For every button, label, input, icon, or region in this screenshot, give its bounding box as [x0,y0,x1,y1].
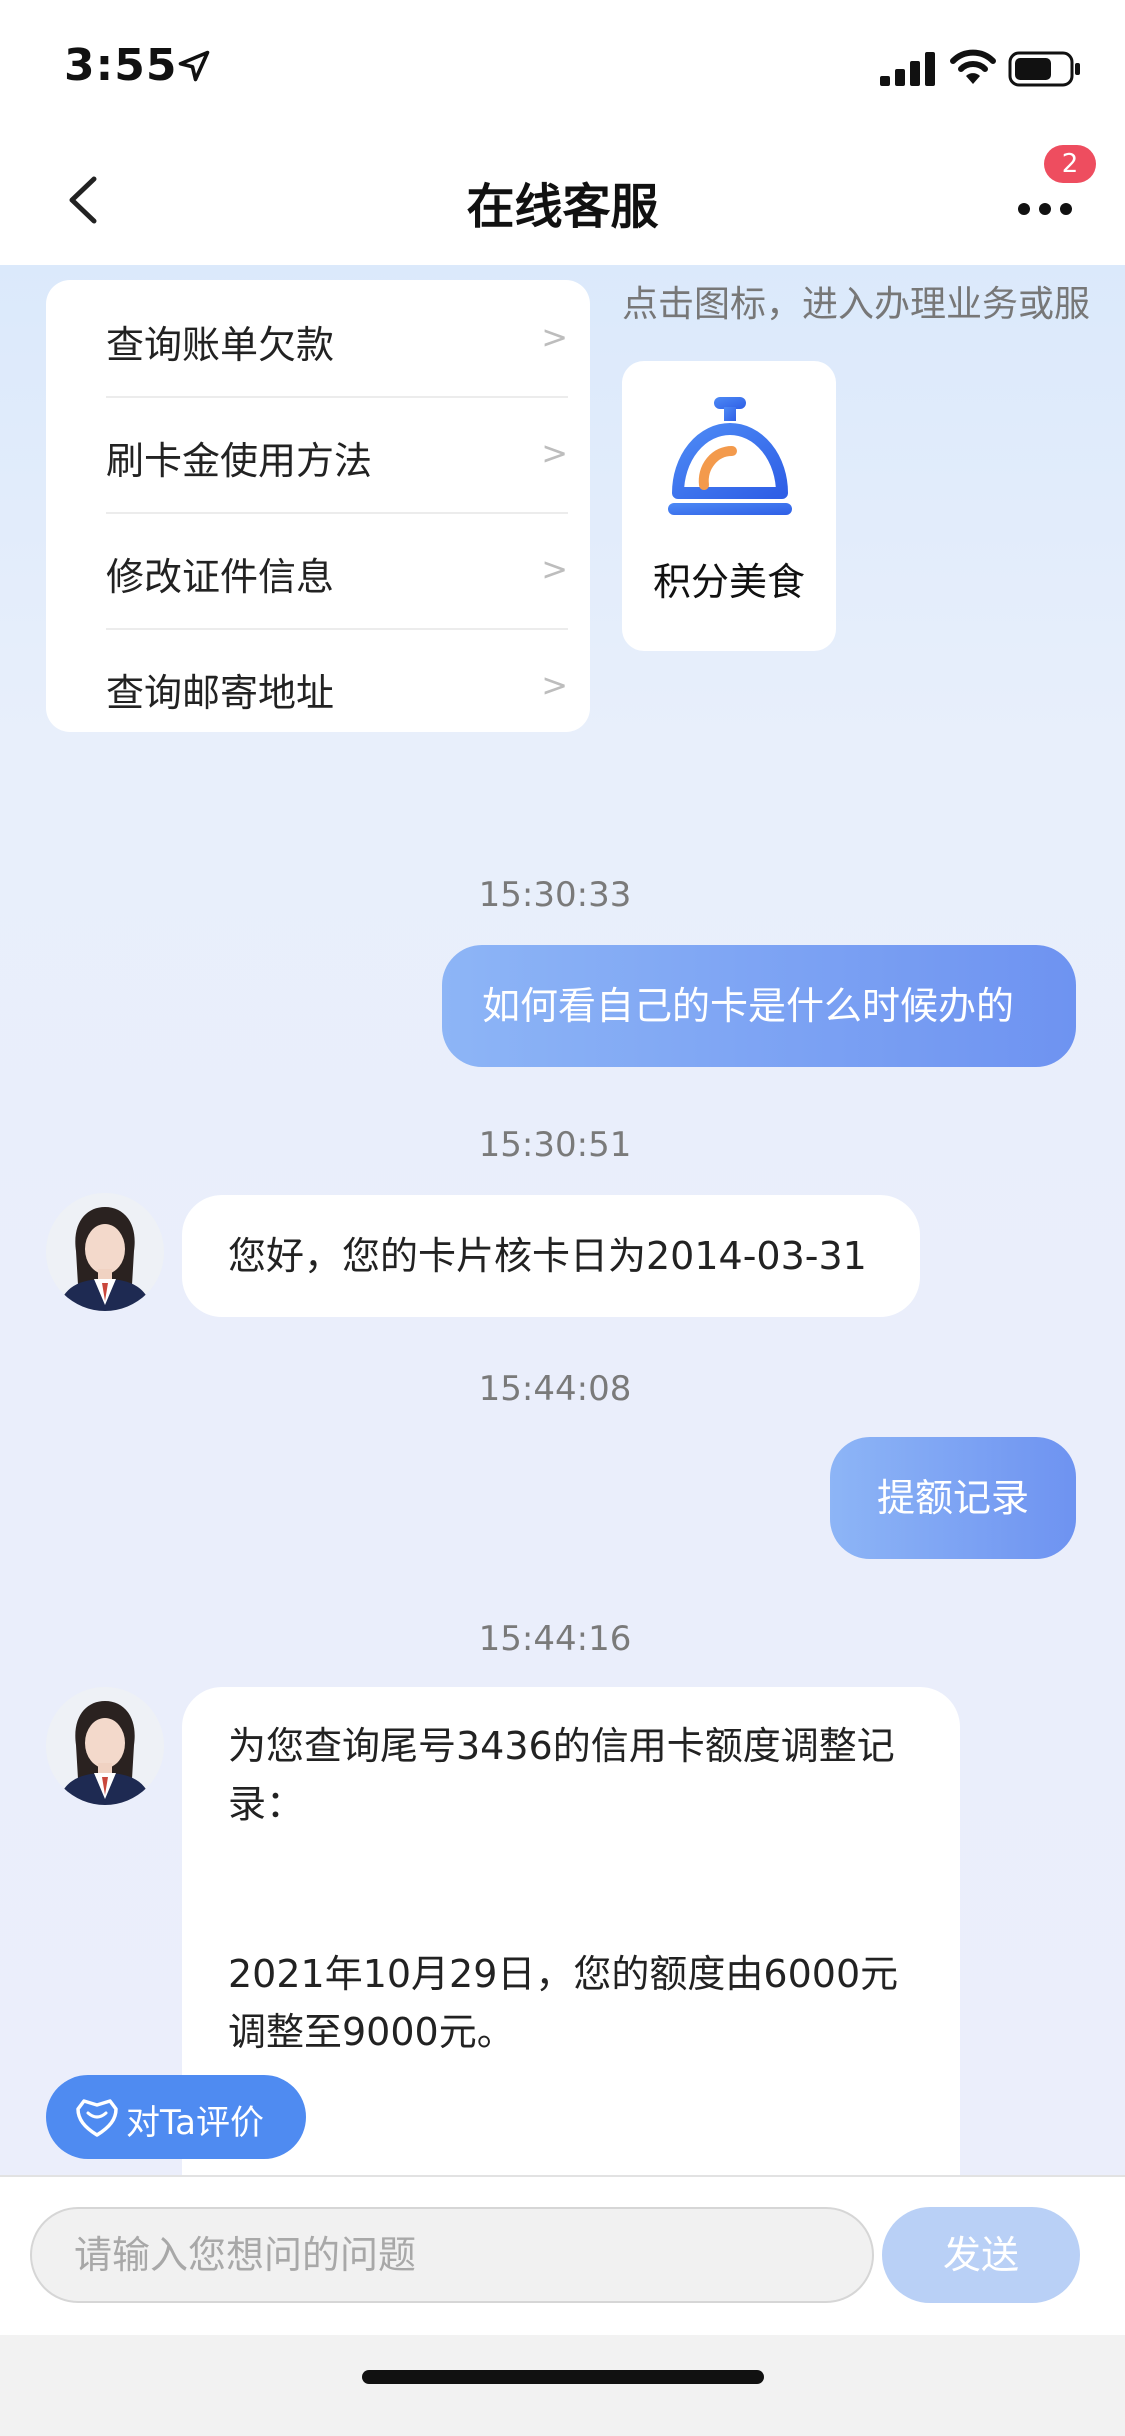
input-bar: 发送 [0,2175,1125,2337]
location-arrow-icon [178,50,210,82]
chat-area[interactable]: 查询账单欠款 > 刷卡金使用方法 > 修改证件信息 > 查询邮寄地址 > 点击图… [0,265,1125,2175]
agent-avatar-image [46,1687,164,1805]
app-root: 3:55 在线客服 2 查询账单欠款 > 刷卡金使用方法 > 修改证件信息 > … [0,0,1125,2436]
faq-card: 查询账单欠款 > 刷卡金使用方法 > 修改证件信息 > 查询邮寄地址 > [46,280,590,732]
status-time: 3:55 [64,40,178,91]
user-message-bubble[interactable]: 如何看自己的卡是什么时候办的 [442,945,1076,1067]
message-text: 您好，您的卡片核卡日为2014-03-31 [228,1234,867,1278]
faq-item-label: 查询邮寄地址 [106,671,335,715]
message-text-line: 调整至9000元。 [228,2010,515,2054]
message-timestamp: 15:44:08 [478,1369,632,1409]
service-card-label: 积分美食 [652,560,805,604]
home-indicator[interactable] [362,2370,764,2384]
chevron-right-icon: > [541,666,568,704]
chevron-right-icon: > [541,318,568,356]
agent-message-bubble[interactable]: 您好，您的卡片核卡日为2014-03-31 [182,1195,920,1317]
more-options-icon[interactable] [1010,185,1080,225]
message-text: 如何看自己的卡是什么时候办的 [482,984,1015,1028]
nav-bar: 在线客服 2 [0,135,1125,265]
chevron-right-icon: > [541,434,568,472]
faq-item-mailing-address[interactable]: 查询邮寄地址 > [106,628,568,744]
agent-avatar [46,1193,164,1311]
service-hint-text: 点击图标，进入办理业务或服 [622,284,1091,325]
rate-agent-button[interactable]: 对Ta评价 [46,2075,306,2159]
chevron-right-icon: > [541,550,568,588]
faq-item-card-credit-usage[interactable]: 刷卡金使用方法 > [106,396,568,514]
cellular-signal-icon [880,52,935,86]
message-timestamp: 15:30:51 [478,1125,632,1165]
send-button[interactable]: 发送 [882,2207,1080,2303]
faq-item-label: 刷卡金使用方法 [106,439,373,483]
agent-avatar-image [46,1193,164,1311]
faq-item-label: 查询账单欠款 [106,323,335,367]
faq-item-edit-id-info[interactable]: 修改证件信息 > [106,512,568,630]
notification-badge: 2 [1044,145,1096,183]
service-card-points-dining[interactable]: 积分美食 [622,361,836,651]
message-timestamp: 15:30:33 [478,875,632,915]
faq-item-label: 修改证件信息 [106,555,335,599]
service-bell-icon [668,397,792,515]
home-indicator-area [0,2335,1125,2436]
message-text-line: 2021年10月29日，您的额度由6000元 [228,1952,899,1996]
rate-agent-label: 对Ta评价 [126,2103,264,2143]
status-bar: 3:55 [0,0,1125,135]
message-timestamp: 15:44:16 [478,1619,632,1659]
wifi-icon [950,49,996,84]
question-input[interactable] [30,2207,874,2303]
message-text: 提额记录 [876,1476,1029,1520]
page-title: 在线客服 [466,179,659,235]
faq-item-bill-arrears[interactable]: 查询账单欠款 > [106,280,568,398]
message-text-line: 录： [228,1782,305,1826]
user-message-bubble[interactable]: 提额记录 [830,1437,1076,1559]
message-text-line: 为您查询尾号3436的信用卡额度调整记 [228,1724,895,1768]
battery-icon [1008,51,1080,87]
heart-shield-icon [76,2099,118,2137]
agent-avatar [46,1687,164,1805]
